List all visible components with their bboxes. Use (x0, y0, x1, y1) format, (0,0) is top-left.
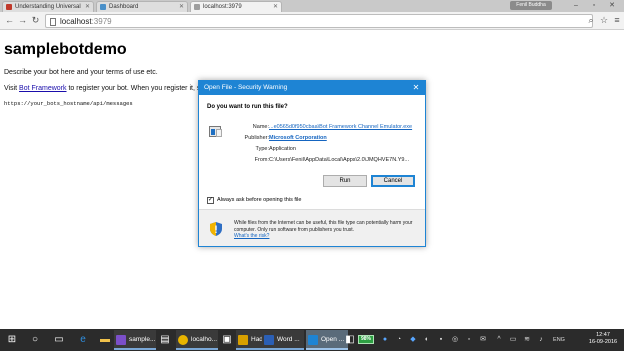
taskbar-app-open-file[interactable]: Open ... (306, 330, 348, 350)
endpoint-url: https://your_bots_hostname/api/messages (4, 100, 133, 107)
tray-icon[interactable]: ◐ (422, 335, 432, 345)
taskbar-app-visual-studio[interactable]: sample... (114, 330, 156, 350)
dialog-app-icon (308, 335, 318, 345)
from-value: C:\Users\Fenil\AppData\Local\Apps\2.0\JM… (269, 157, 410, 163)
tab-favicon-icon (6, 4, 12, 10)
edge-icon[interactable]: e (76, 334, 90, 346)
visual-studio-icon (116, 335, 126, 345)
search-circle-icon[interactable]: ○ (28, 334, 42, 346)
run-button[interactable]: Run (323, 175, 367, 187)
chrome-icon (178, 335, 188, 345)
dialog-title: Open File - Security Warning (204, 84, 288, 91)
input-language[interactable]: ENG (550, 335, 568, 345)
security-shield-icon (210, 222, 222, 236)
battery-indicator[interactable]: 98% (358, 335, 374, 344)
taskbar-app-chrome[interactable]: localho... (176, 330, 218, 350)
security-warning-dialog: Open File - Security Warning ✕ Do you wa… (198, 80, 426, 247)
publisher-link[interactable]: Microsoft Corporation (269, 135, 327, 142)
tab-favicon-icon (100, 4, 106, 10)
bookmark-star-icon[interactable]: ☆ (598, 15, 610, 26)
windows-start-icon[interactable]: ⊞ (5, 334, 19, 346)
taskbar: ⊞ ○ ▭ e ▬ sample... ▤ localho... ▣ Hadoo… (0, 329, 624, 351)
clock-date: 16-09-2016 (588, 339, 618, 345)
volume-icon[interactable]: ♪ (536, 335, 546, 345)
tray-icon[interactable]: ▫ (464, 335, 474, 345)
tray-icon[interactable]: ▪ (436, 335, 446, 345)
maximize-icon[interactable]: ▫ (586, 0, 602, 11)
tab-understanding-universal[interactable]: Understanding Universal ✕ (2, 1, 94, 12)
app-icon[interactable]: ◧ (343, 334, 357, 346)
profile-button[interactable]: Fenil Buddha (510, 1, 552, 10)
tab-label: Understanding Universal (15, 4, 81, 10)
tab-close-icon[interactable]: ✕ (85, 2, 90, 12)
skype-icon[interactable]: ● (380, 335, 390, 345)
minimize-icon[interactable]: – (568, 0, 584, 11)
clock[interactable]: 12:47 16-09-2016 (587, 332, 619, 346)
browser-toolbar: ← → ↻ localhost:3979 ⌕ ☆ ≡ (0, 12, 624, 30)
page-title: samplebotdemo (4, 41, 127, 58)
tray-icon[interactable]: ◔ (394, 335, 404, 345)
tab-dashboard[interactable]: Dashboard ✕ (96, 1, 188, 12)
dialog-question: Do you want to run this file? (207, 104, 288, 110)
bot-framework-link[interactable]: Bot Framework (19, 85, 66, 92)
forward-arrow-icon[interactable]: → (17, 15, 28, 26)
type-value: Application (269, 146, 296, 152)
always-ask-label: Always ask before opening this file (217, 197, 302, 203)
pin-icon[interactable]: ▣ (220, 334, 234, 346)
dialog-close-icon[interactable]: ✕ (411, 81, 421, 95)
tray-app-icon[interactable]: ◆ (408, 335, 418, 345)
taskbar-app-word[interactable]: Word ... (262, 330, 304, 350)
reload-icon[interactable]: ↻ (30, 15, 41, 26)
tab-favicon-icon (194, 4, 200, 10)
dialog-title-bar[interactable]: Open File - Security Warning ✕ (199, 81, 425, 95)
page-description: Describe your bot here and your terms of… (4, 69, 158, 76)
tray-icon[interactable]: ◎ (450, 335, 460, 345)
type-label: Type: (255, 146, 269, 152)
search-icon[interactable]: ⌕ (585, 15, 597, 26)
folder-icon (238, 335, 248, 345)
word-icon (264, 335, 274, 345)
back-arrow-icon[interactable]: ← (4, 15, 15, 26)
always-ask-checkbox[interactable]: ✓ (207, 197, 214, 204)
warning-text: While files from the Internet can be use… (234, 220, 413, 239)
wifi-icon[interactable]: ≋ (522, 335, 532, 345)
tab-strip: Understanding Universal ✕ Dashboard ✕ lo… (0, 0, 624, 13)
tray-icon[interactable]: ✉ (478, 335, 488, 345)
cancel-button[interactable]: Cancel (371, 175, 415, 187)
file-explorer-icon[interactable]: ▬ (98, 334, 112, 346)
address-url: localhost:3979 (60, 17, 112, 26)
menu-icon[interactable]: ≡ (611, 15, 623, 26)
show-hidden-icons-icon[interactable]: ^ (494, 335, 504, 345)
dialog-footer: While files from the Internet can be use… (199, 210, 425, 246)
address-bar[interactable]: localhost:3979 (45, 14, 593, 28)
tab-close-icon[interactable]: ✕ (179, 2, 184, 12)
tab-close-icon[interactable]: ✕ (273, 2, 278, 12)
battery-icon[interactable]: ▭ (508, 335, 518, 345)
file-name-link[interactable]: ...e0565d0f950cbaa\Bot Framework Channel… (269, 124, 412, 131)
tab-label: localhost:3979 (203, 4, 242, 10)
page-icon (50, 18, 56, 26)
tab-label: Dashboard (109, 4, 139, 10)
name-label: Name: (252, 124, 269, 130)
task-view-icon[interactable]: ▭ (52, 334, 66, 346)
notes-icon[interactable]: ▤ (158, 334, 172, 346)
publisher-label: Publisher: (244, 135, 269, 141)
window-close-icon[interactable]: ✕ (604, 0, 620, 11)
clock-time: 12:47 (596, 332, 610, 338)
register-text: Visit Bot Framework to register your bot… (4, 85, 201, 92)
whats-the-risk-link[interactable]: What's the risk? (234, 233, 269, 239)
from-label: From: (254, 157, 269, 163)
